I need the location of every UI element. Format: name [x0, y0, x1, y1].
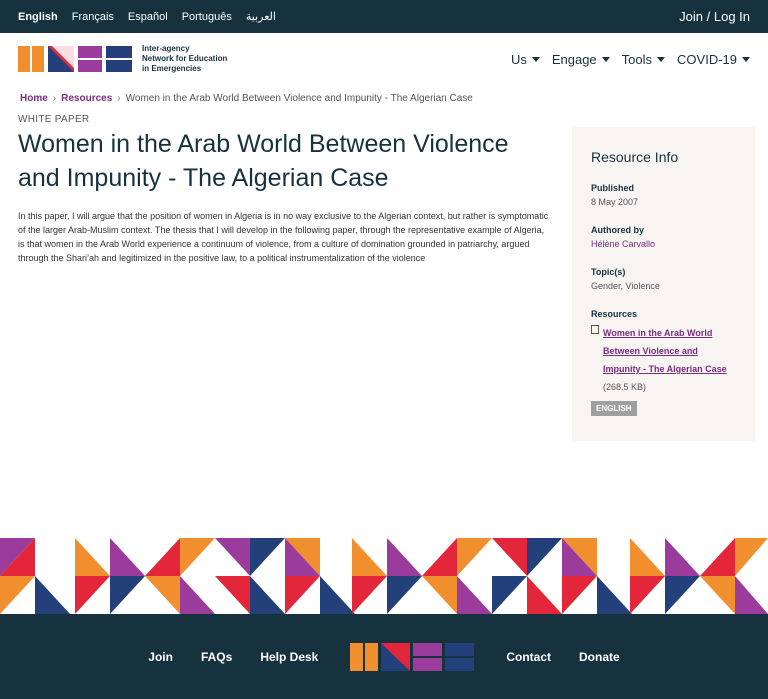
chevron-right-icon: ›	[117, 93, 121, 104]
chevron-down-icon	[657, 56, 666, 62]
join-login-link[interactable]: Join / Log In	[679, 9, 750, 24]
resource-size: (268.5 KB)	[603, 382, 647, 392]
resource-file: Women in the Arab World Between Violence…	[591, 323, 736, 395]
inee-logo-icon	[18, 46, 132, 72]
footer-contact-link[interactable]: Contact	[506, 650, 551, 664]
file-icon	[591, 325, 599, 334]
resource-info-title: Resource Info	[591, 149, 679, 165]
lang-portuguese[interactable]: Português	[182, 11, 232, 23]
site-footer: Join FAQs Help Desk Contact Donate	[0, 614, 768, 699]
footer-inee-logo[interactable]	[350, 642, 475, 671]
chevron-down-icon	[742, 56, 750, 62]
footer-help-desk-link[interactable]: Help Desk	[260, 650, 318, 664]
lang-english[interactable]: English	[18, 11, 58, 23]
breadcrumb-home[interactable]: Home	[20, 93, 48, 104]
resource-info-panel: Resource Info Published 8 May 2007 Autho…	[572, 127, 755, 441]
page-title: Women in the Arab World Between Violence…	[18, 130, 509, 192]
topics-value: Gender, Violence	[591, 281, 660, 291]
resource-description: In this paper, I will argue that the pos…	[18, 211, 549, 263]
top-bar: English Français Español Português العرب…	[0, 0, 768, 33]
chevron-down-icon	[601, 56, 610, 62]
resource-type: WHITE PAPER	[18, 114, 90, 125]
topics-label: Topic(s)	[591, 267, 626, 277]
breadcrumb: Home › Resources › Women in the Arab Wor…	[20, 93, 473, 104]
nav-us[interactable]: Us	[511, 52, 540, 67]
author-link[interactable]: Hélène Carvallo	[591, 239, 736, 249]
main-nav: Us Engage Tools COVID-19	[511, 52, 750, 67]
inee-logo[interactable]: Inter-agency Network for Education in Em…	[18, 44, 227, 74]
footer-faqs-link[interactable]: FAQs	[201, 650, 232, 664]
breadcrumb-current: Women in the Arab World Between Violence…	[125, 93, 473, 104]
decorative-pattern	[0, 538, 768, 614]
pattern-triangles	[0, 538, 768, 614]
published-label: Published	[591, 183, 635, 193]
main-content: WHITE PAPER Women in the Arab World Betw…	[18, 114, 553, 265]
nav-tools[interactable]: Tools	[622, 52, 666, 67]
lang-spanish[interactable]: Español	[128, 11, 168, 23]
logo-text: Inter-agency Network for Education in Em…	[142, 44, 228, 73]
lang-french[interactable]: Français	[72, 11, 114, 23]
footer-join-link[interactable]: Join	[148, 650, 173, 664]
nav-engage[interactable]: Engage	[552, 52, 610, 67]
chevron-right-icon: ›	[52, 93, 57, 104]
lang-arabic[interactable]: العربية	[246, 10, 276, 23]
chevron-down-icon	[531, 56, 540, 62]
inee-logo-icon	[350, 642, 475, 671]
language-switcher: English Français Español Português العرب…	[18, 10, 276, 24]
footer-donate-link[interactable]: Donate	[579, 650, 620, 664]
published-value: 8 May 2007	[591, 197, 639, 207]
authored-label: Authored by	[591, 225, 644, 235]
breadcrumb-resources[interactable]: Resources	[61, 93, 112, 104]
nav-covid-19[interactable]: COVID-19	[677, 52, 750, 67]
site-header: Inter-agency Network for Education in Em…	[0, 33, 768, 85]
resources-label: Resources	[591, 309, 638, 319]
resource-download-link[interactable]: Women in the Arab World Between Violence…	[603, 328, 727, 374]
language-badge: ENGLISH	[591, 401, 637, 416]
